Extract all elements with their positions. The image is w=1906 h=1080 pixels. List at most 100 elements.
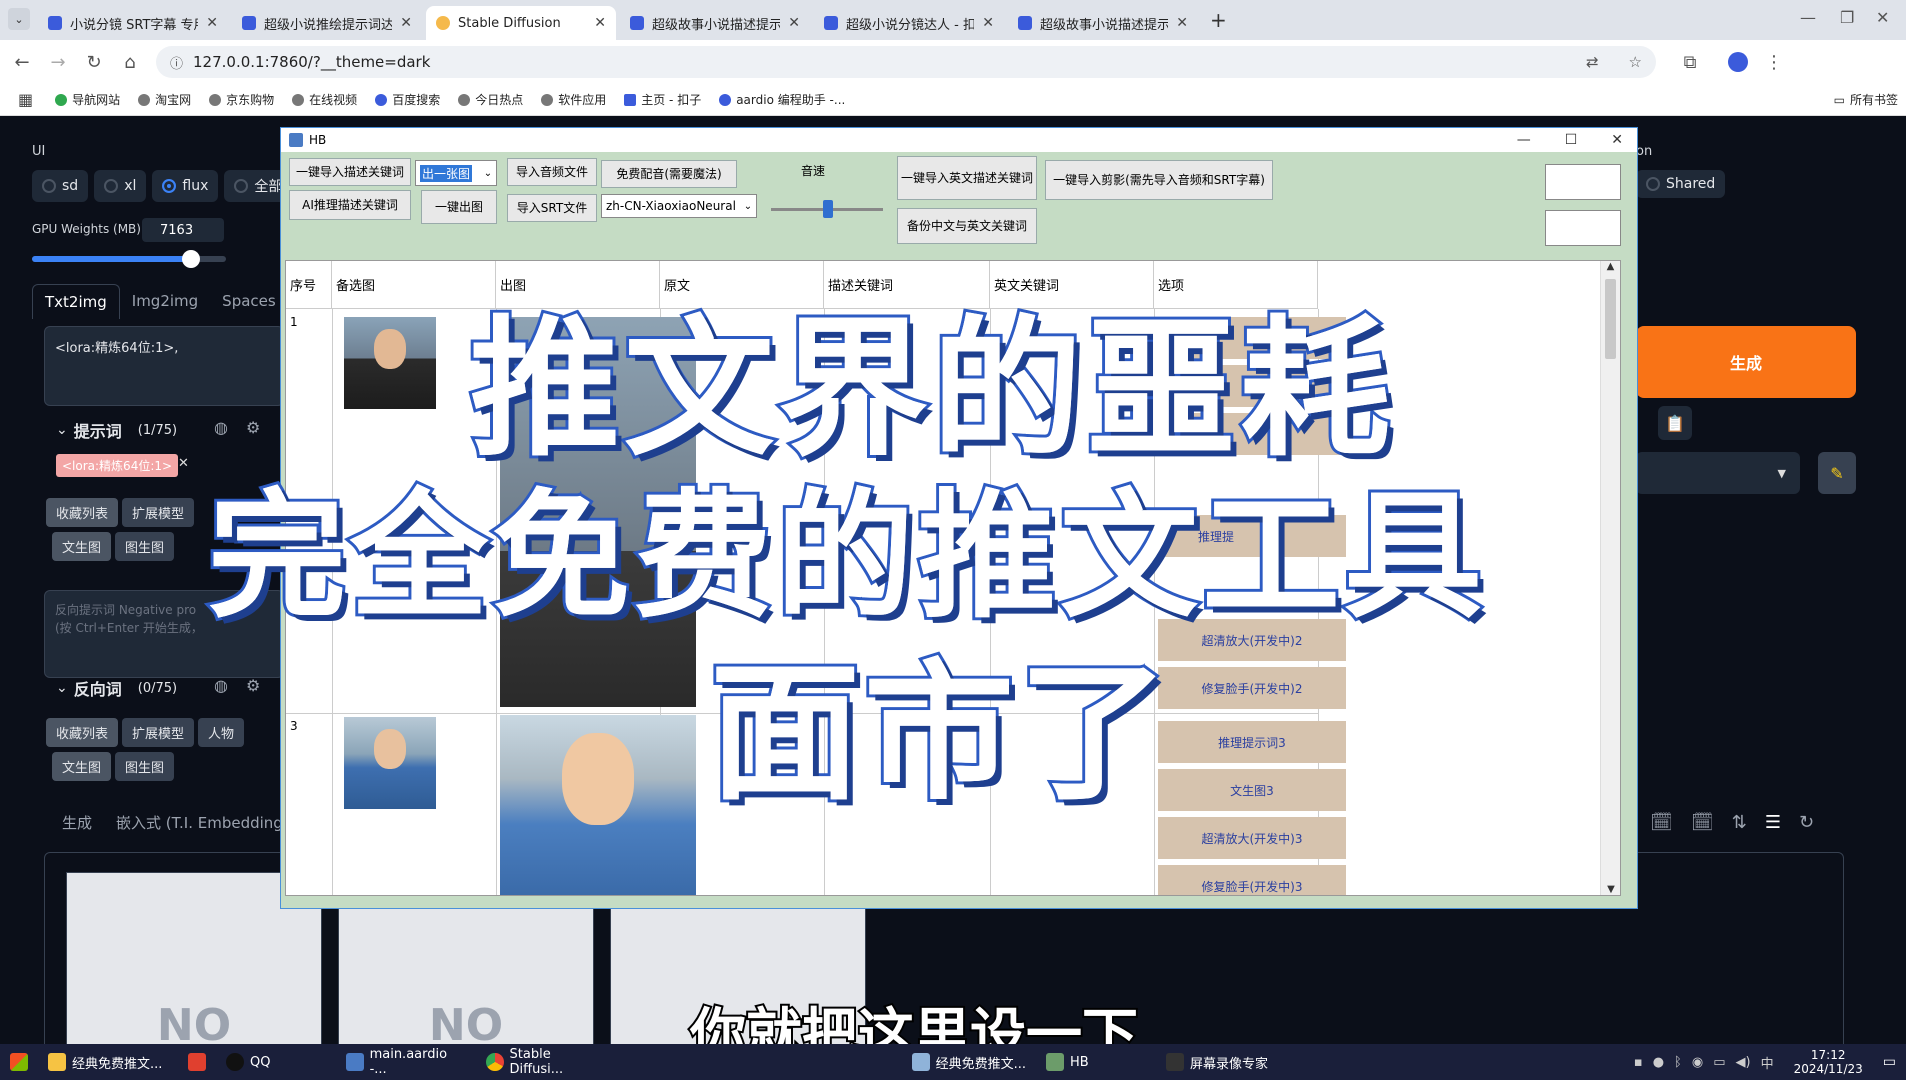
bookmark-item[interactable]: 在线视频 (292, 91, 357, 108)
scroll-down-icon[interactable]: ▼ (1601, 884, 1620, 895)
slider-thumb[interactable] (182, 250, 201, 268)
bluetooth-icon[interactable]: ᛒ (1674, 1055, 1682, 1070)
txt2img-button[interactable]: 文生图 (52, 532, 112, 561)
gpu-weights-slider[interactable] (32, 250, 226, 268)
bookmark-item[interactable]: 百度搜索 (375, 91, 440, 108)
gpu-weights-input[interactable]: 7163 (142, 218, 224, 242)
extension-models-button[interactable]: 扩展模型 (122, 498, 195, 527)
output-image[interactable] (500, 715, 696, 895)
taskbar-item[interactable]: Stable Diffusi... (476, 1044, 616, 1080)
network-icon[interactable]: ▭ (1713, 1055, 1725, 1070)
output-mode-select[interactable]: 出一张图 ⌄ (415, 160, 497, 186)
speed-slider[interactable] (767, 192, 887, 218)
tab-spaces[interactable]: Spaces (210, 284, 288, 319)
gear-icon[interactable]: ⚙ (246, 418, 260, 437)
remove-tag-icon[interactable]: ✕ (178, 456, 189, 471)
wechat-icon[interactable]: ● (1653, 1055, 1664, 1070)
bookmark-item[interactable]: 京东购物 (209, 91, 274, 108)
value-box-2[interactable] (1545, 210, 1621, 246)
close-window-icon[interactable]: ✕ (1876, 8, 1889, 27)
reload-icon[interactable]: ↻ (80, 48, 108, 76)
scrollbar-thumb[interactable] (1605, 279, 1616, 359)
taskbar-item[interactable]: 经典免费推文... (616, 1044, 1036, 1080)
scroll-up-icon[interactable]: ▲ (1601, 261, 1620, 279)
favorites-list-button[interactable]: 收藏列表 (46, 498, 119, 527)
favorites-list-button[interactable]: 收藏列表 (46, 718, 119, 747)
tab-txt2img[interactable]: Txt2img (32, 284, 120, 319)
free-voice-button[interactable]: 免费配音(需要魔法) (601, 160, 737, 188)
candidate-image[interactable] (344, 717, 436, 809)
extensions-icon[interactable]: ⧉ (1676, 48, 1704, 76)
browser-tab[interactable]: 小说分镜 SRT字幕 专用版✕ (38, 6, 228, 40)
img2img-button[interactable]: 图生图 (115, 752, 175, 781)
close-tab-icon[interactable]: ✕ (206, 15, 218, 31)
backup-keywords-button[interactable]: 备份中文与英文关键词 (897, 208, 1037, 244)
browser-tab[interactable]: 超级故事小说描述提示词达人✕ (620, 6, 810, 40)
voice-select[interactable]: zh-CN-XiaoxiaoNeural ⌄ (601, 194, 757, 218)
option-button[interactable]: 超清放大(开发中)3 (1158, 817, 1346, 859)
start-button[interactable] (0, 1044, 38, 1080)
tab-embedding[interactable]: 嵌入式 (T.I. Embedding (116, 812, 283, 833)
volume-icon[interactable]: ◀) (1736, 1055, 1751, 1070)
clipboard-icon[interactable]: 📋 (1658, 406, 1692, 440)
img2img-button[interactable]: 图生图 (115, 532, 175, 561)
restore-icon[interactable]: ❐ (1840, 8, 1854, 27)
import-audio-button[interactable]: 导入音频文件 (507, 158, 597, 186)
option-button[interactable]: 修复脸手(开发中)3 (1158, 865, 1346, 895)
bookmark-item[interactable]: 主页 - 扣子 (624, 91, 701, 108)
calendar-add-icon[interactable]: 🗓 (1650, 812, 1673, 833)
bookmark-item[interactable]: 淘宝网 (138, 91, 191, 108)
globe-icon[interactable]: ◍ (214, 418, 228, 437)
browser-tab-active[interactable]: Stable Diffusion ✕ (426, 6, 616, 40)
tab-list-button[interactable]: ⌄ (8, 8, 30, 30)
clock[interactable]: 17:12 2024/11/23 (1784, 1044, 1873, 1080)
taskbar-item[interactable]: main.aardio -... (336, 1044, 476, 1080)
collapse-icon[interactable]: ⌄ (56, 422, 68, 438)
browser-tab[interactable]: 超级故事小说描述提示词达人✕ (1008, 6, 1198, 40)
sort-icon[interactable]: ⇅ (1732, 812, 1747, 833)
maximize-icon[interactable]: ☐ (1565, 132, 1578, 148)
translate-icon[interactable]: ⇄ (1586, 53, 1599, 71)
calendar-edit-icon[interactable]: 🗓 (1691, 812, 1714, 833)
url-input[interactable]: ⓘ 127.0.0.1:7860/?__theme=dark ⇄ ☆ (156, 46, 1656, 78)
radio-xl[interactable]: xl (94, 170, 147, 202)
back-icon[interactable]: ← (8, 48, 36, 76)
close-window-icon[interactable]: ✕ (1611, 132, 1623, 148)
bookmark-item[interactable]: aardio 编程助手 -... (719, 91, 845, 108)
browser-tab[interactable]: 超级小说分镜达人 - 扣子 AI✕ (814, 6, 1004, 40)
import-srt-button[interactable]: 导入SRT文件 (507, 194, 597, 222)
bookmark-item[interactable]: 今日热点 (458, 91, 523, 108)
ime-indicator[interactable]: 中 (1761, 1053, 1774, 1072)
bookmark-star-icon[interactable]: ☆ (1629, 53, 1642, 71)
minimize-icon[interactable]: — (1800, 8, 1816, 27)
prompt-textarea[interactable]: <lora:精炼64位:1>, (44, 326, 284, 406)
site-info-icon[interactable]: ⓘ (170, 53, 183, 72)
taskbar-item[interactable]: 屏幕录像专家 (1156, 1044, 1296, 1080)
import-english-keywords-button[interactable]: 一键导入英文描述关键词 (897, 156, 1037, 200)
collapse-icon[interactable]: ⌄ (56, 680, 68, 696)
one-click-render-button[interactable]: 一键出图 (421, 190, 497, 224)
minimize-icon[interactable]: — (1517, 132, 1531, 148)
edit-pencil-icon[interactable]: ✎ (1818, 452, 1856, 494)
txt2img-button[interactable]: 文生图 (52, 752, 112, 781)
bookmark-item[interactable]: 导航网站 (55, 91, 120, 108)
person-button[interactable]: 人物 (198, 718, 245, 747)
option-button[interactable]: 文生图3 (1158, 769, 1346, 811)
vertical-scrollbar[interactable]: ▲ ▼ (1600, 261, 1620, 895)
value-box-1[interactable] (1545, 164, 1621, 200)
generate-button[interactable]: 生成 (1636, 326, 1856, 398)
import-jianying-button[interactable]: 一键导入剪影(需先导入音频和SRT字幕) (1045, 160, 1273, 200)
candidate-image[interactable] (344, 317, 436, 409)
tab-generate[interactable]: 生成 (48, 812, 92, 833)
taskbar-item-wps[interactable] (178, 1044, 216, 1080)
close-tab-icon[interactable]: ✕ (400, 15, 412, 31)
close-tab-icon[interactable]: ✕ (1176, 15, 1188, 31)
lora-tag[interactable]: <lora:精炼64位:1> (56, 454, 179, 477)
gear-icon[interactable]: ⚙ (246, 676, 260, 695)
home-icon[interactable]: ⌂ (116, 48, 144, 76)
microphone-icon[interactable]: ◉ (1692, 1055, 1703, 1070)
extension-models-button[interactable]: 扩展模型 (122, 718, 195, 747)
tray-app-icon[interactable]: ▪ (1634, 1055, 1643, 1070)
close-tab-icon[interactable]: ✕ (982, 15, 994, 31)
browser-tab[interactable]: 超级小说推绘提示词达人 AI版✕ (232, 6, 422, 40)
